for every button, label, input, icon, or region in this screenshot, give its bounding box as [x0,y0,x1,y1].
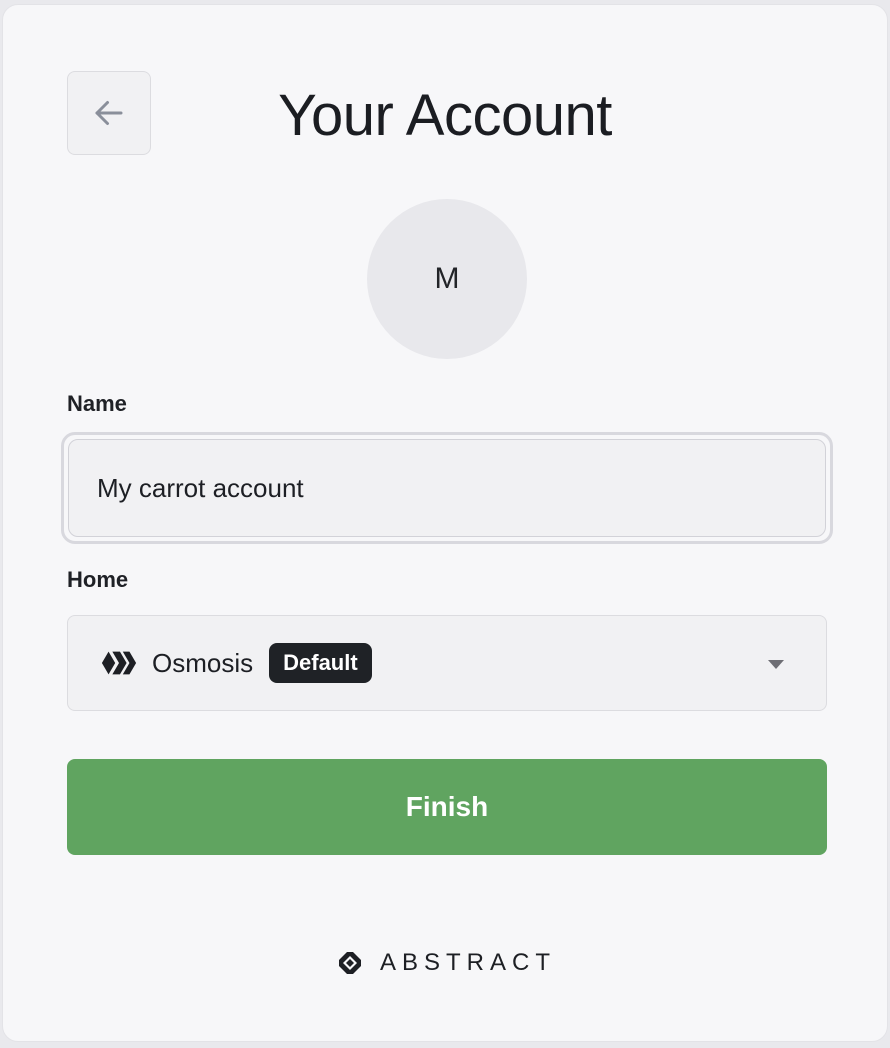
caret-down-icon [768,660,784,669]
account-card: Your Account M Name Home Osmosis Default… [2,4,888,1042]
brand-footer: ABSTRACT [3,947,887,979]
home-label: Home [67,567,129,592]
abstract-logo-icon [334,948,365,978]
avatar-initial: M [434,262,460,295]
home-select-value: Osmosis [152,647,254,678]
brand-name: ABSTRACT [379,949,556,976]
home-select[interactable]: Osmosis Default [67,615,827,711]
name-label: Name [67,391,127,416]
page-title: Your Account [278,83,612,148]
avatar: M [367,199,527,359]
default-badge: Default [269,643,372,683]
osmosis-logo-icon [101,651,137,675]
finish-button[interactable]: Finish [67,759,827,855]
name-input[interactable] [68,439,826,537]
name-field-focus-ring [61,432,833,544]
